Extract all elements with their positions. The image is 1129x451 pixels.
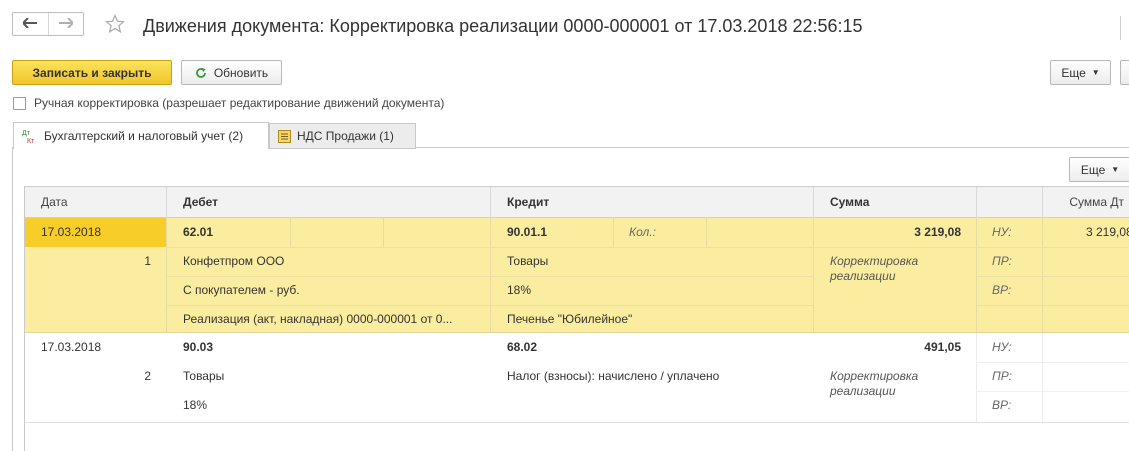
window-title: Движения документа: Корректировка реализ… [143, 16, 863, 36]
window-edge-divider [1120, 16, 1129, 40]
favorite-button[interactable] [103, 13, 127, 37]
chevron-down-icon: ▼ [1111, 165, 1120, 174]
column-header-date[interactable]: Дата [25, 187, 166, 218]
tax-label-nu: НУ: [992, 340, 1012, 354]
grid-more-menu-label: Еще [1080, 162, 1106, 177]
credit-quantity-label: Кол.: [629, 225, 656, 239]
tab-vat-sales[interactable]: НДС Продажи (1) [269, 123, 416, 149]
row-number: 2 [144, 369, 151, 383]
refresh-icon [195, 67, 207, 79]
debit-subconto-2: 18% [183, 398, 208, 412]
grid-more-menu-button[interactable]: Еще ▼ [1069, 157, 1129, 182]
chevron-down-icon: ▼ [1091, 68, 1100, 77]
svg-text:Кт: Кт [27, 138, 35, 144]
forward-button[interactable] [47, 13, 83, 35]
posting-sum: 3 219,08 [914, 225, 961, 239]
debit-subconto-1: Товары [183, 369, 225, 383]
manual-correction-checkbox[interactable] [13, 97, 26, 110]
column-header-debit[interactable]: Дебет [166, 187, 490, 218]
debit-account: 90.03 [183, 340, 214, 354]
dt-kt-icon: Дт Кт [22, 128, 38, 144]
credit-subconto-1: Товары [507, 254, 549, 268]
debit-account: 62.01 [183, 225, 214, 239]
debit-subconto-2: С покупателем - руб. [183, 283, 300, 297]
tax-label-pr: ПР: [992, 369, 1012, 383]
star-icon [104, 13, 126, 37]
register-icon [278, 129, 291, 143]
row-date: 17.03.2018 [41, 340, 102, 354]
back-button[interactable] [13, 13, 48, 35]
save-and-close-button[interactable]: Записать и закрыть [12, 60, 172, 85]
column-header-sum[interactable]: Сумма [813, 187, 976, 218]
table-row[interactable]: 17.03.2018 1 62.01 Конфетпром ООО С поку… [25, 218, 1129, 333]
refresh-button-label: Обновить [213, 65, 269, 80]
tax-label-pr: ПР: [992, 254, 1012, 268]
postings-table[interactable]: Дата Дебет Кредит Сумма Сумма Дт 17.03.2… [24, 186, 1129, 451]
tax-label-vr: ВР: [992, 398, 1012, 412]
debit-subconto-1: Конфетпром ООО [183, 254, 285, 268]
more-menu-label: Еще [1061, 65, 1086, 80]
column-header-sum-dt[interactable]: Сумма Дт [1042, 187, 1129, 218]
arrow-left-icon [22, 17, 38, 31]
tab-vat-sales-label: НДС Продажи (1) [297, 129, 394, 143]
column-header-credit[interactable]: Кредит [490, 187, 813, 218]
more-menu-button[interactable]: Еще ▼ [1050, 60, 1111, 85]
manual-correction-label[interactable]: Ручная корректировка (разрешает редактир… [34, 96, 444, 110]
credit-subconto-1: Налог (взносы): начислено / уплачено [507, 369, 720, 383]
column-header-tax-type[interactable] [976, 187, 1042, 218]
row-date: 17.03.2018 [41, 225, 102, 239]
table-row[interactable]: 17.03.2018 2 90.03 Товары 18% 68.02 Нало… [25, 333, 1129, 423]
posting-content: Корректировка реализации [830, 369, 919, 398]
toolbar-overflow-button[interactable] [1120, 60, 1129, 85]
sum-dt-value: 3 219,08 [1086, 225, 1129, 239]
navigation-buttons [12, 12, 84, 36]
tab-accounting-tax-label: Бухгалтерский и налоговый учет (2) [44, 129, 244, 143]
posting-sum: 491,05 [924, 340, 961, 354]
tax-label-vr: ВР: [992, 283, 1012, 297]
tab-accounting-tax[interactable]: Дт Кт Бухгалтерский и налоговый учет (2) [13, 122, 269, 149]
row-number: 1 [144, 254, 151, 268]
form-left-border [12, 148, 13, 451]
credit-subconto-3: Печенье "Юбилейное" [507, 312, 633, 326]
table-header: Дата Дебет Кредит Сумма Сумма Дт [25, 186, 1129, 218]
credit-account: 68.02 [507, 340, 538, 354]
posting-content: Корректировка реализации [830, 254, 919, 283]
svg-text:Дт: Дт [22, 130, 31, 137]
refresh-button[interactable]: Обновить [181, 60, 282, 85]
credit-account: 90.01.1 [507, 225, 548, 239]
debit-subconto-3: Реализация (акт, накладная) 0000-000001 … [183, 312, 453, 326]
arrow-right-icon [58, 17, 75, 31]
tax-label-nu: НУ: [992, 225, 1012, 239]
credit-subconto-2: 18% [507, 283, 532, 297]
